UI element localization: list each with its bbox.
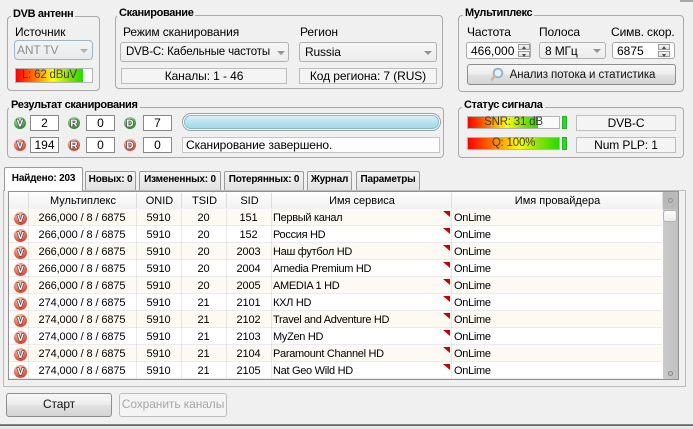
svg-text:V: V — [17, 316, 24, 327]
svg-text:V: V — [17, 299, 24, 310]
svg-text:V: V — [17, 333, 24, 344]
svg-text:V: V — [17, 231, 24, 242]
svg-text:V: V — [17, 282, 24, 293]
svg-text:V: V — [17, 141, 24, 152]
svg-text:D: D — [126, 119, 133, 130]
svg-text:V: V — [17, 248, 24, 259]
svg-text:D: D — [126, 141, 133, 152]
svg-text:V: V — [17, 265, 24, 276]
svg-text:V: V — [17, 350, 24, 361]
svg-text:R: R — [70, 141, 78, 152]
svg-text:R: R — [70, 119, 78, 130]
svg-text:V: V — [17, 367, 24, 378]
svg-text:V: V — [17, 119, 24, 130]
svg-text:V: V — [17, 214, 24, 225]
